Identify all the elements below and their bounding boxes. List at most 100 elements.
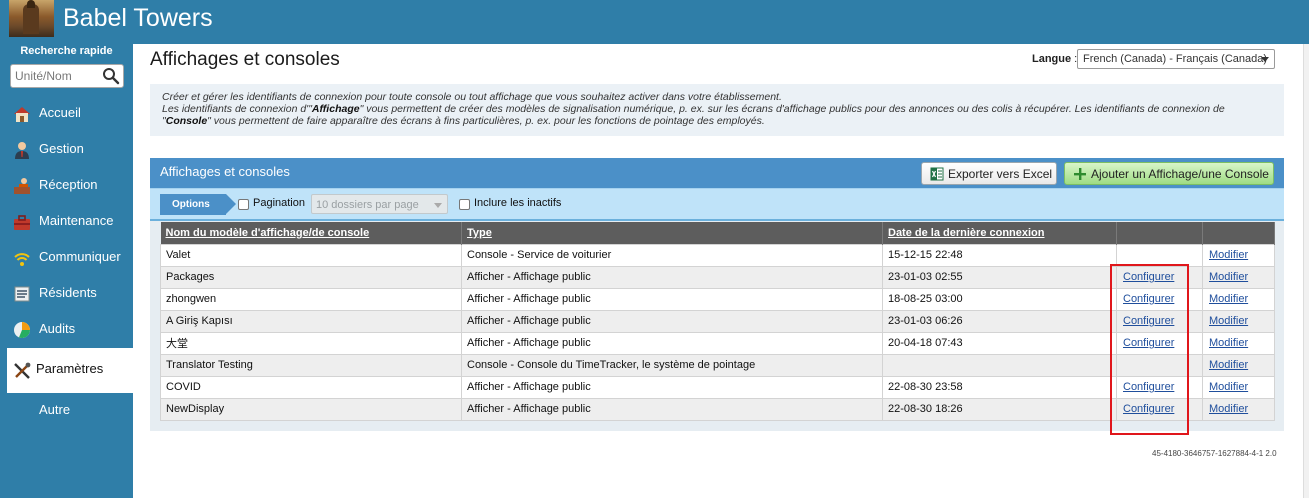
modify-link[interactable]: Modifier [1208, 359, 1248, 371]
cell-modify: Modifier [1202, 265, 1275, 289]
table-body: Valet Console - Service de voiturier 15-12… [160, 243, 1275, 421]
sidebar-item-autre[interactable]: Autre [0, 393, 133, 429]
sidebar-item-label: Paramètres [36, 361, 104, 376]
configure-link[interactable]: Configurer [1122, 381, 1174, 393]
options-tab[interactable]: Options [160, 194, 236, 215]
sidebar-item-parametres[interactable]: Paramètres [7, 348, 133, 393]
cell-modify: Modifier [1202, 353, 1275, 377]
export-excel-button[interactable]: Exporter vers Excel [921, 162, 1057, 185]
cell-last-login: 15-12-15 22:48 [882, 243, 1117, 267]
sidebar-item-residents[interactable]: Résidents [0, 276, 133, 312]
configure-link[interactable]: Configurer [1122, 315, 1174, 327]
cell-configure [1116, 243, 1203, 267]
cell-last-login: 22-08-30 23:58 [882, 375, 1117, 399]
cell-name: NewDisplay [160, 397, 462, 421]
language-select[interactable]: French (Canada) - Français (Canada) [1077, 49, 1275, 69]
cell-last-login: 23-01-03 06:26 [882, 309, 1117, 333]
pagination-checkbox[interactable] [238, 199, 249, 210]
table-row: Translator Testing Console - Console du T… [160, 353, 1275, 377]
intro-line-2: Les identifiants de connexion d'"Afficha… [162, 103, 1225, 115]
page-scrollbar[interactable] [1303, 44, 1309, 498]
configure-link[interactable]: Configurer [1122, 271, 1174, 283]
table-row: NewDisplay Afficher - Affichage public 22-… [160, 397, 1275, 421]
column-header-type[interactable]: Type [461, 222, 883, 244]
sidebar-item-reception[interactable]: Réception [0, 168, 133, 204]
cell-type: Afficher - Affichage public [461, 375, 883, 399]
pagination-label: Pagination [253, 197, 305, 209]
table-row: COVID Afficher - Affichage public 22-08-30… [160, 375, 1275, 399]
search-icon[interactable] [102, 67, 120, 85]
table-row: Packages Afficher - Affichage public 23-01… [160, 265, 1275, 289]
cell-name: Translator Testing [160, 353, 462, 377]
sidebar-item-maintenance[interactable]: Maintenance [0, 204, 133, 240]
cell-modify: Modifier [1202, 331, 1275, 355]
configure-link[interactable]: Configurer [1122, 337, 1174, 349]
cell-configure: Configurer [1116, 287, 1203, 311]
modify-link[interactable]: Modifier [1208, 271, 1248, 283]
include-inactive-label: Inclure les inactifs [474, 197, 562, 209]
cell-configure: Configurer [1116, 309, 1203, 333]
cell-last-login: 22-08-30 18:26 [882, 397, 1117, 421]
modify-link[interactable]: Modifier [1208, 381, 1248, 393]
pie-chart-icon [14, 322, 30, 338]
cell-configure: Configurer [1116, 265, 1203, 289]
cell-modify: Modifier [1202, 309, 1275, 333]
displays-table: Nom du modèle d'affichage/de console Typ… [160, 222, 1275, 421]
cell-name: Valet [160, 243, 462, 267]
cell-configure [1116, 353, 1203, 377]
manager-person-icon [15, 142, 29, 159]
cell-last-login: 23-01-03 02:55 [882, 265, 1117, 289]
cell-configure: Configurer [1116, 397, 1203, 421]
add-display-console-button[interactable]: Ajouter un Affichage/une Console [1064, 162, 1274, 185]
quick-search-box [10, 64, 124, 88]
configure-link[interactable]: Configurer [1122, 403, 1174, 415]
sidebar-item-communiquer[interactable]: Communiquer [0, 240, 133, 276]
version-footer: 45-4180-3646757-1627884-4-1 2.0 [1152, 449, 1277, 458]
options-bar: Options Pagination 10 dossiers par page … [150, 188, 1284, 221]
cell-modify: Modifier [1202, 287, 1275, 311]
cell-type: Afficher - Affichage public [461, 397, 883, 421]
sidebar-item-gestion[interactable]: Gestion [0, 132, 133, 168]
quick-search-label: Recherche rapide [20, 45, 113, 57]
cell-modify: Modifier [1202, 397, 1275, 421]
configure-link[interactable] [1122, 359, 1123, 371]
configure-link[interactable]: Configurer [1122, 293, 1174, 305]
table-row: Valet Console - Service de voiturier 15-12… [160, 243, 1275, 267]
cell-name: A Giriş Kapısı [160, 309, 462, 333]
cell-last-login: 20-04-18 07:43 [882, 331, 1117, 355]
building-logo[interactable] [9, 0, 54, 37]
configure-link[interactable] [1122, 249, 1123, 261]
sidebar-item-accueil[interactable]: Accueil [0, 96, 133, 132]
cell-modify: Modifier [1202, 243, 1275, 267]
cell-name: zhongwen [160, 287, 462, 311]
table-row: 大堂 Afficher - Affichage public 20-04-18 07… [160, 331, 1275, 355]
quick-search-input[interactable] [15, 67, 99, 85]
sidebar-item-label: Maintenance [39, 213, 114, 228]
cell-last-login [882, 353, 1117, 377]
add-display-console-label: Ajouter un Affichage/une Console [1091, 167, 1269, 181]
include-inactive-checkbox[interactable] [459, 199, 470, 210]
sidebar-item-label: Autre [39, 402, 71, 417]
modify-link[interactable]: Modifier [1208, 403, 1248, 415]
language-label: Langue : [1032, 53, 1078, 65]
sidebar-item-label: Communiquer [39, 249, 121, 264]
sidebar-item-label: Résidents [39, 285, 97, 300]
modify-link[interactable]: Modifier [1208, 315, 1248, 327]
intro-line-3: "Console" vous permettent de faire appar… [162, 115, 765, 127]
modify-link[interactable]: Modifier [1208, 337, 1248, 349]
cell-type: Afficher - Affichage public [461, 287, 883, 311]
displays-panel: Affichages et consoles Exporter vers Exc… [150, 158, 1284, 431]
column-header-name[interactable]: Nom du modèle d'affichage/de console [160, 222, 462, 244]
sidebar: Recherche rapide Accueil Gestion Récepti… [0, 44, 133, 498]
chevron-down-icon [1261, 57, 1269, 62]
wifi-broadcast-icon [14, 253, 30, 266]
toolbox-icon [14, 215, 30, 230]
sidebar-item-label: Réception [39, 177, 98, 192]
cell-name: 大堂 [160, 331, 462, 355]
chevron-down-icon [434, 203, 442, 208]
table-row: zhongwen Afficher - Affichage public 18-08… [160, 287, 1275, 311]
column-header-last-login[interactable]: Date de la dernière connexion [882, 222, 1117, 244]
modify-link[interactable]: Modifier [1208, 293, 1248, 305]
sidebar-item-audits[interactable]: Audits [0, 312, 133, 348]
modify-link[interactable]: Modifier [1208, 249, 1248, 261]
